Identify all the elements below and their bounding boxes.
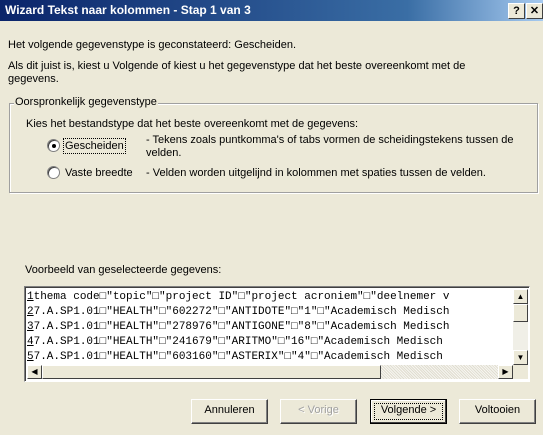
radio-delimited-circle[interactable] bbox=[47, 139, 60, 152]
back-button-label: < Vorige bbox=[298, 404, 339, 416]
preview-row: 57.A.SP1.01□"HEALTH"□"603160"□"ASTERIX"□… bbox=[27, 350, 513, 364]
finish-button-label: Voltooien bbox=[474, 404, 521, 416]
row-number: 5 bbox=[27, 351, 34, 363]
radio-delimited-description: - Tekens zoals puntkomma's of tabs vorme… bbox=[146, 134, 514, 159]
preview-label: Voorbeeld van geselecteerde gegevens: bbox=[25, 264, 222, 276]
finish-button[interactable]: Voltooien bbox=[459, 399, 536, 424]
up-arrow-icon[interactable]: ▲ bbox=[513, 289, 528, 304]
preview-row: 1thema code□"topic"□"project ID"□"projec… bbox=[27, 290, 513, 305]
horizontal-scrollbar[interactable]: ◀ ▶ bbox=[27, 365, 513, 379]
window-title: Wizard Tekst naar kolommen - Stap 1 van … bbox=[5, 3, 251, 17]
title-bar[interactable]: Wizard Tekst naar kolommen - Stap 1 van … bbox=[0, 0, 543, 21]
help-button[interactable]: ? bbox=[508, 3, 525, 19]
preview-rows: 1thema code□"topic"□"project ID"□"projec… bbox=[27, 290, 513, 364]
next-button[interactable]: Volgende > bbox=[370, 399, 447, 424]
row-text: 7.A.SP1.01□"HEALTH"□"278976"□"ANTIGONE"□… bbox=[33, 321, 450, 333]
right-arrow-icon[interactable]: ▶ bbox=[498, 365, 513, 379]
row-text: 7.A.SP1.01□"HEALTH"□"603160"□"ASTERIX"□"… bbox=[33, 351, 443, 363]
preview-row: 37.A.SP1.01□"HEALTH"□"278976"□"ANTIGONE"… bbox=[27, 320, 513, 335]
close-button[interactable]: ✕ bbox=[526, 3, 543, 19]
group-label: Oorspronkelijk gegevenstype bbox=[14, 96, 158, 108]
preview-row: 27.A.SP1.01□"HEALTH"□"602272"□"ANTIDOTE"… bbox=[27, 305, 513, 320]
row-text: thema code□"topic"□"project ID"□"project… bbox=[33, 291, 450, 303]
radio-fixed-width-circle[interactable] bbox=[47, 166, 60, 179]
row-number: 4 bbox=[27, 336, 34, 348]
radio-fixed-width-label[interactable]: Vaste breedte bbox=[65, 167, 133, 179]
cancel-button-label: Annuleren bbox=[204, 404, 255, 416]
cancel-button[interactable]: Annuleren bbox=[191, 399, 268, 424]
vertical-scroll-thumb[interactable] bbox=[513, 304, 528, 322]
radio-fixed-width-description: - Velden worden uitgelijnd in kolommen m… bbox=[146, 167, 486, 179]
vertical-scrollbar[interactable]: ▲ ▼ bbox=[513, 289, 528, 365]
detected-type-text: Het volgende gegevenstype is geconstatee… bbox=[8, 39, 297, 51]
data-preview[interactable]: 1thema code□"topic"□"project ID"□"projec… bbox=[24, 286, 530, 382]
advice-text-line2: gegevens. bbox=[8, 73, 59, 85]
radio-delimited-label[interactable]: Gescheiden bbox=[63, 138, 126, 154]
row-number: 1 bbox=[27, 291, 34, 303]
row-number: 2 bbox=[27, 306, 34, 318]
row-number: 3 bbox=[27, 321, 34, 333]
file-type-prompt: Kies het bestandstype dat het beste over… bbox=[26, 118, 359, 130]
down-arrow-icon[interactable]: ▼ bbox=[513, 350, 528, 365]
row-text: 7.A.SP1.01□"HEALTH"□"602272"□"ANTIDOTE"□… bbox=[33, 306, 450, 318]
left-arrow-icon[interactable]: ◀ bbox=[27, 365, 42, 379]
text-to-columns-wizard: Wizard Tekst naar kolommen - Stap 1 van … bbox=[0, 0, 543, 435]
back-button: < Vorige bbox=[280, 399, 357, 424]
preview-row: 47.A.SP1.01□"HEALTH"□"241679"□"ARITMO"□"… bbox=[27, 335, 513, 350]
next-button-label: Volgende > bbox=[380, 404, 437, 416]
scrollbar-corner bbox=[513, 365, 528, 379]
advice-text-line1: Als dit juist is, kiest u Volgende of ki… bbox=[8, 60, 466, 72]
horizontal-scroll-thumb[interactable] bbox=[42, 365, 381, 379]
row-text: 7.A.SP1.01□"HEALTH"□"241679"□"ARITMO"□"1… bbox=[33, 336, 443, 348]
